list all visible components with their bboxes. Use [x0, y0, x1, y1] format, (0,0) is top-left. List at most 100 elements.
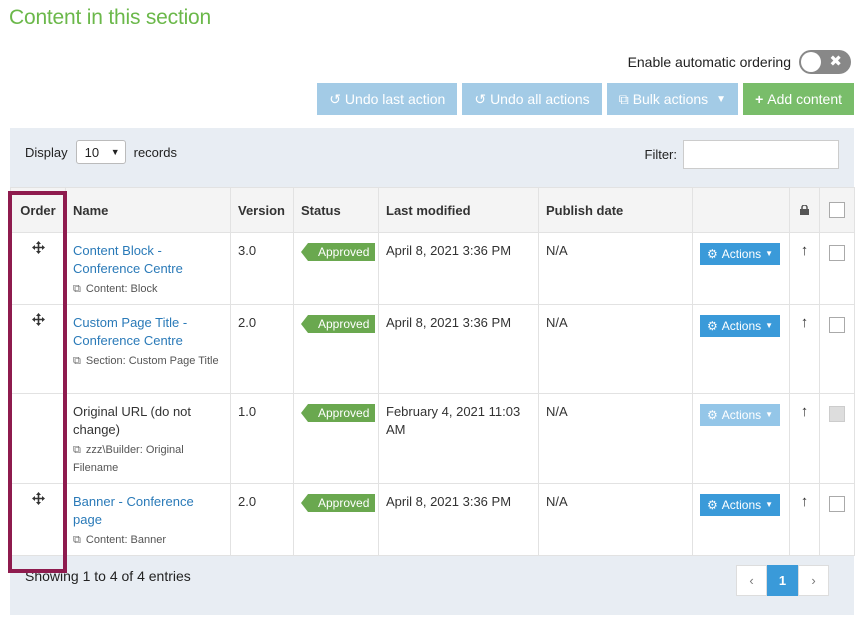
column-version[interactable]: Version [230, 187, 294, 233]
status-cell: Approved [293, 232, 379, 305]
select-cell [819, 304, 855, 394]
column-select-all [819, 187, 855, 233]
version-cell: 2.0 [230, 304, 294, 394]
auto-ordering-label: Enable automatic ordering [627, 54, 791, 70]
status-cell: Approved [293, 393, 379, 484]
row-checkbox[interactable] [829, 317, 845, 333]
caret-down-icon: ▼ [765, 500, 774, 509]
display-records: Display 10 ▼ records [25, 140, 177, 164]
name-cell: Content Block - Conference Centre ⧉ Cont… [65, 232, 231, 305]
version-cell: 3.0 [230, 232, 294, 305]
actions-button[interactable]: ⚙ Actions ▼ [700, 243, 781, 265]
undo-icon: ↺ [474, 90, 487, 107]
records-select[interactable]: 10 ▼ [75, 140, 126, 164]
bulk-actions-button[interactable]: ⧉ Bulk actions ▼ [606, 83, 739, 115]
up-arrow-icon[interactable]: ↑ [789, 393, 820, 484]
column-name[interactable]: Name [65, 187, 231, 233]
modified-cell: April 8, 2021 3:36 PM [378, 483, 539, 556]
content-link[interactable]: Custom Page Title - Conference Centre [73, 315, 187, 348]
version-cell: 2.0 [230, 483, 294, 556]
filter: Filter: [645, 140, 839, 169]
modified-cell: April 8, 2021 3:36 PM [378, 232, 539, 305]
table-row: Original URL (do not change) ⧉ zzz\Build… [10, 393, 855, 484]
close-icon: ✖ [829, 53, 842, 70]
row-checkbox[interactable] [829, 245, 845, 261]
status-badge: Approved [300, 404, 376, 422]
add-content-button[interactable]: + Add content [743, 83, 854, 115]
move-icon[interactable] [18, 313, 58, 326]
content-type: ⧉ Section: Custom Page Title [73, 355, 219, 367]
status-cell: Approved [293, 304, 379, 394]
up-arrow-icon[interactable]: ↑ [789, 232, 820, 305]
filter-input[interactable] [683, 140, 839, 169]
row-checkbox [829, 406, 845, 422]
publish-cell: N/A [538, 232, 693, 305]
name-cell: Original URL (do not change) ⧉ zzz\Build… [65, 393, 231, 484]
column-lock [789, 187, 820, 233]
actions-cell: ⚙ Actions ▼ [692, 232, 790, 305]
lock-icon [800, 203, 809, 218]
modified-cell: April 8, 2021 3:36 PM [378, 304, 539, 394]
prev-page-button[interactable]: ‹ [736, 565, 767, 596]
actions-button[interactable]: ⚙ Actions ▼ [700, 315, 781, 337]
status-badge: Approved [300, 243, 376, 261]
select-cell [819, 393, 855, 484]
next-page-button[interactable]: › [798, 565, 829, 596]
publish-cell: N/A [538, 483, 693, 556]
order-cell [10, 232, 66, 305]
page-button[interactable]: 1 [767, 565, 798, 596]
content-name: Original URL (do not change) [73, 404, 192, 437]
gear-icon: ⚙ [707, 247, 718, 261]
content-table: Order Name Version Status Last modified … [10, 187, 855, 556]
undo-all-button[interactable]: ↺ Undo all actions [462, 83, 602, 115]
column-last-modified[interactable]: Last modified [378, 187, 539, 233]
gear-icon: ⚙ [707, 408, 718, 422]
name-cell: Custom Page Title - Conference Centre ⧉ … [65, 304, 231, 394]
content-link[interactable]: Banner - Conference page [73, 494, 194, 527]
auto-ordering-toggle[interactable]: ✖ [799, 50, 851, 74]
content-type: ⧉ zzz\Builder: Original Filename [73, 444, 184, 474]
actions-cell: ⚙ Actions ▼ [692, 393, 790, 484]
modified-cell: February 4, 2021 11:03 AM [378, 393, 539, 484]
table-row: Content Block - Conference Centre ⧉ Cont… [10, 232, 855, 305]
order-cell [10, 393, 66, 484]
gear-icon: ⚙ [707, 319, 718, 333]
chevron-down-icon: ▼ [110, 147, 120, 157]
content-type: ⧉ Content: Block [73, 283, 158, 295]
caret-down-icon: ▼ [765, 321, 774, 330]
publish-cell: N/A [538, 304, 693, 394]
gear-icon: ⚙ [707, 498, 718, 512]
content-type: ⧉ Content: Banner [73, 534, 167, 546]
order-cell [10, 304, 66, 394]
cubes-icon: ⧉ [73, 534, 81, 546]
move-icon[interactable] [18, 241, 58, 254]
move-icon[interactable] [18, 492, 58, 505]
cubes-icon: ⧉ [73, 283, 81, 295]
pagination: ‹ 1 › [736, 565, 829, 596]
toolbar: ↺ Undo last action ↺ Undo all actions ⧉ … [317, 83, 854, 115]
table-row: Banner - Conference page ⧉ Content: Bann… [10, 483, 855, 556]
select-cell [819, 483, 855, 556]
content-link[interactable]: Content Block - Conference Centre [73, 243, 183, 276]
cubes-icon: ⧉ [73, 444, 81, 456]
column-order[interactable]: Order [10, 187, 66, 233]
cubes-icon: ⧉ [73, 355, 81, 367]
page-title: Content in this section [9, 6, 212, 29]
toggle-knob [801, 52, 821, 72]
auto-ordering: Enable automatic ordering ✖ [628, 50, 851, 74]
select-cell [819, 232, 855, 305]
entries-info: Showing 1 to 4 of 4 entries [25, 568, 191, 584]
undo-last-button[interactable]: ↺ Undo last action [317, 83, 458, 115]
cubes-icon: ⧉ [618, 90, 629, 107]
status-badge: Approved [300, 315, 376, 333]
table-header: Order Name Version Status Last modified … [10, 187, 855, 233]
actions-button[interactable]: ⚙ Actions ▼ [700, 494, 781, 516]
column-status[interactable]: Status [293, 187, 379, 233]
up-arrow-icon[interactable]: ↑ [789, 304, 820, 394]
up-arrow-icon[interactable]: ↑ [789, 483, 820, 556]
row-checkbox[interactable] [829, 496, 845, 512]
select-all-checkbox[interactable] [829, 202, 845, 218]
column-actions [692, 187, 790, 233]
column-publish-date[interactable]: Publish date [538, 187, 693, 233]
actions-button: ⚙ Actions ▼ [700, 404, 781, 426]
